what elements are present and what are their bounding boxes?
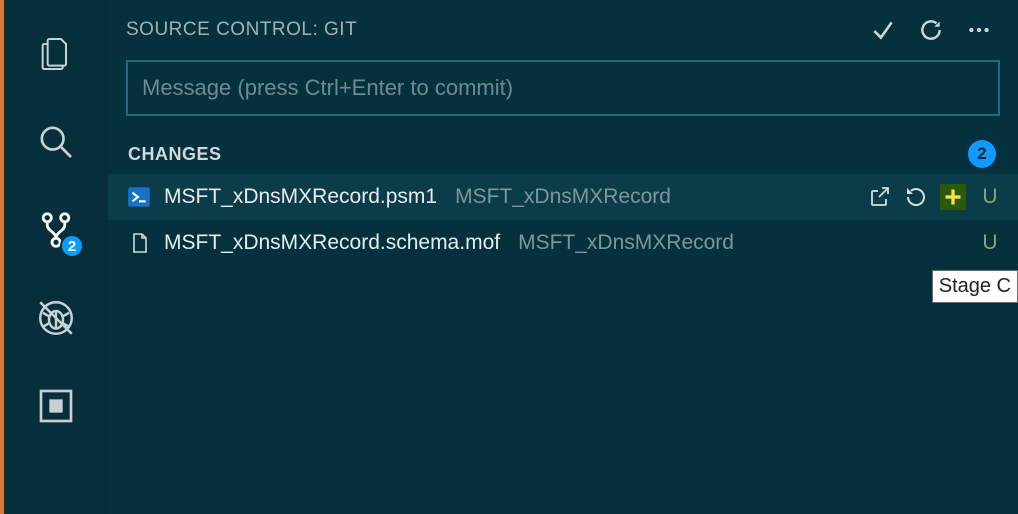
activity-debug[interactable] (2, 274, 110, 362)
stage-tooltip: Stage C (932, 270, 1018, 303)
generic-file-icon (126, 230, 152, 256)
source-control-actions (870, 17, 998, 43)
changes-section-header[interactable]: CHANGES 2 (108, 134, 1018, 174)
check-icon (870, 17, 896, 43)
commit-action[interactable] (870, 17, 896, 43)
file-directory: MSFT_xDnsMXRecord (455, 185, 856, 209)
more-actions[interactable] (966, 17, 992, 43)
scm-badge: 2 (60, 234, 84, 258)
open-file-action[interactable] (868, 185, 892, 209)
refresh-icon (918, 17, 944, 43)
files-icon (36, 34, 76, 74)
undo-icon (904, 185, 928, 209)
activity-search[interactable] (2, 98, 110, 186)
ellipsis-icon (966, 17, 992, 43)
changes-count-badge: 2 (968, 140, 996, 168)
plus-icon (943, 187, 963, 207)
source-control-header: SOURCE CONTROL: GIT (108, 0, 1018, 60)
discard-changes-action[interactable] (904, 185, 928, 209)
changes-file-list: MSFT_xDnsMXRecord.psm1 MSFT_xDnsMXRecord (108, 174, 1018, 266)
commit-message-container (108, 60, 1018, 134)
search-icon (36, 122, 76, 162)
file-name: MSFT_xDnsMXRecord.psm1 (164, 185, 437, 209)
activity-source-control[interactable]: 2 (2, 186, 110, 274)
file-name: MSFT_xDnsMXRecord.schema.mof (164, 231, 500, 255)
activity-bar: 2 (0, 0, 108, 514)
source-control-panel: SOURCE CONTROL: GIT CHANGES (108, 0, 1018, 514)
file-row[interactable]: MSFT_xDnsMXRecord.psm1 MSFT_xDnsMXRecord (108, 174, 1018, 220)
file-directory: MSFT_xDnsMXRecord (518, 231, 954, 255)
activity-explorer[interactable] (2, 10, 110, 98)
file-status: U (978, 185, 1002, 209)
open-file-icon (868, 185, 892, 209)
commit-message-input[interactable] (126, 60, 1000, 116)
debug-icon (35, 297, 77, 339)
extensions-icon (36, 386, 76, 426)
changes-label: CHANGES (128, 144, 968, 165)
stage-changes-action[interactable] (940, 184, 966, 210)
file-status: U (978, 231, 1002, 255)
source-control-title: SOURCE CONTROL: GIT (126, 19, 870, 41)
file-row[interactable]: MSFT_xDnsMXRecord.schema.mof MSFT_xDnsMX… (108, 220, 1018, 266)
refresh-action[interactable] (918, 17, 944, 43)
file-row-actions (868, 184, 966, 210)
powershell-file-icon (126, 184, 152, 210)
activity-extensions[interactable] (2, 362, 110, 450)
